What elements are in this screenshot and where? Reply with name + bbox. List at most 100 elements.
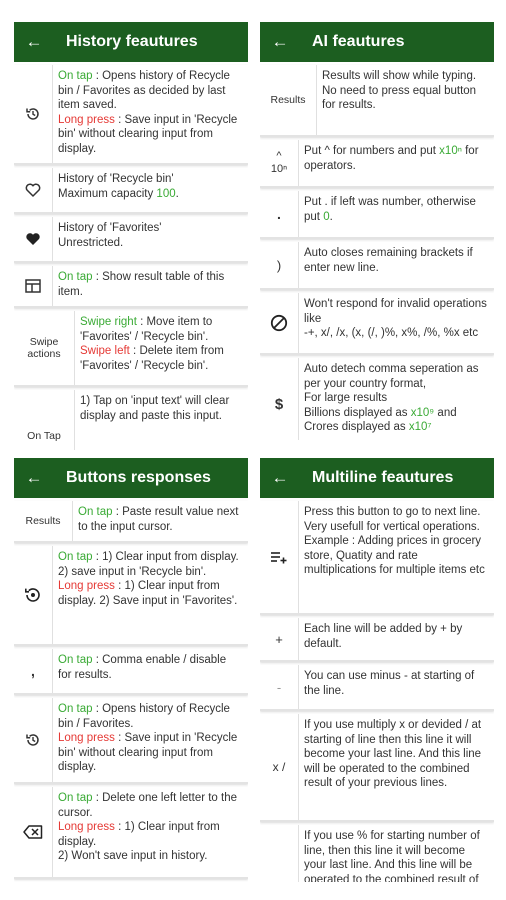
long-press-keyword: Long press (58, 580, 115, 592)
power-label: ^ 10ⁿ (260, 140, 299, 186)
prohibited-icon (260, 293, 299, 353)
description-text: Auto closes remaining brackets if enter … (304, 247, 473, 274)
description-text: Won't respond for invalid operations lik… (304, 298, 487, 325)
results-button-description: On tap : Paste result value next to the … (73, 501, 248, 541)
description-text: Press this button to go to next line. (304, 506, 481, 518)
action-keyword: On tap (78, 506, 113, 518)
favorites-capacity-text: History of 'Favorites' Unrestricted. (53, 217, 248, 261)
description-text: Auto detech comma seperation as per your… (304, 363, 479, 390)
description-text: . (175, 187, 179, 200)
description-text: 2) save input in 'Recycle bin'. (58, 565, 207, 578)
comma-description: Auto detech comma seperation as per your… (299, 358, 494, 440)
caret-symbol: ^ (276, 150, 282, 162)
history-card-tap: On tap : Opens history of Recycle bin / … (14, 65, 248, 165)
history-tap-description: On tap : Opens history of Recycle bin / … (53, 65, 248, 163)
minus-label: - (260, 665, 299, 709)
action-keyword: x10⁹ (410, 406, 435, 419)
bracket-label: ) (260, 242, 299, 288)
multiline-card-minus: - You can use minus - at starting of the… (260, 665, 494, 711)
ten-power-n-symbol: 10ⁿ (270, 163, 288, 175)
swipe-actions-description: Swipe right : Move item to 'Favorites' /… (75, 311, 248, 385)
multiply-divide-description: If you use multiply x or devided / at st… (299, 714, 494, 820)
clear-button-description: On tap : 1) Clear input from display. 2) … (53, 546, 248, 644)
buttons-header: ← Buttons responses (14, 458, 248, 498)
description-text: -+, x/, /x, (x, (/, )%, x%, /%, %x etc (304, 327, 479, 339)
currency-label: $ (260, 358, 299, 440)
action-keyword: On tap (58, 792, 93, 804)
ai-header: ← AI feautures (260, 22, 494, 62)
description-text: Each line will be added by + by default. (304, 623, 463, 650)
results-label: Results (14, 501, 73, 541)
history-features-panel: ← History feautures On tap : Opens histo… (14, 22, 248, 450)
multiline-card-newline: Press this button to go to next line. Ver… (260, 501, 494, 615)
description-text: Billions displayed as (304, 406, 411, 419)
long-press-keyword: Long press (58, 821, 115, 833)
invalid-ops-description: Won't respond for invalid operations lik… (299, 293, 494, 353)
history-card-table: On tap : Show result table of this item. (14, 266, 248, 308)
history-card-ontap: On Tap 1) Tap on 'input text' will clear… (14, 390, 248, 450)
ai-title: AI feautures (312, 33, 405, 50)
history-card-recycle: History of 'Recycle bin' Maximum capacity… (14, 168, 248, 214)
multiline-title: Multiline feautures (312, 469, 454, 486)
bracket-description: Auto closes remaining brackets if enter … (299, 242, 494, 288)
action-keyword: On tap (58, 271, 93, 283)
description-text: History of 'Favorites' (58, 222, 162, 234)
minus-description: You can use minus - at starting of the l… (299, 665, 494, 709)
buttons-title: Buttons responses (66, 469, 211, 486)
history-card-favorites: History of 'Favorites' Unrestricted. (14, 217, 248, 263)
description-text: 2) Won't save input in history. (58, 850, 208, 862)
plus-description: Each line will be added by + by default. (299, 618, 494, 660)
decimal-label: . (260, 191, 299, 237)
description-text: : 1) Clear input from display. (92, 551, 239, 563)
new-line-description: Press this button to go to next line. Ver… (299, 501, 494, 613)
action-keyword: 100 (156, 187, 176, 200)
history-clock-icon (14, 698, 53, 782)
description-text: . (329, 210, 333, 223)
description-text: Maximum capacity (58, 187, 157, 200)
percent-description: If you use % for starting number of line… (299, 825, 494, 882)
description-text: For large results (304, 392, 388, 404)
description-text: If you use multiply x or devided / at st… (304, 719, 482, 789)
ai-card-comma: $ Auto detech comma seperation as per yo… (260, 358, 494, 440)
multiline-card-plus: + Each line will be added by + by defaul… (260, 618, 494, 662)
history-card-swipe: Swipe actions Swipe right : Move item to… (14, 311, 248, 387)
heart-filled-icon (14, 217, 53, 261)
action-keyword: On tap (58, 551, 93, 563)
result-table-description: On tap : Show result table of this item. (53, 266, 248, 306)
back-arrow-icon[interactable]: ← (260, 32, 300, 52)
multiline-card-multiply: x / If you use multiply x or devided / a… (260, 714, 494, 822)
ai-card-bracket: ) Auto closes remaining brackets if ente… (260, 242, 494, 290)
description-text: 1) Tap on 'input text' will clear displa… (80, 395, 230, 422)
on-tap-label: On Tap (14, 390, 75, 450)
ai-card-invalid: Won't respond for invalid operations lik… (260, 293, 494, 355)
back-arrow-icon[interactable]: ← (260, 468, 300, 488)
description-text: History of 'Recycle bin' (58, 173, 174, 185)
results-description: Results will show while typing. No need t… (317, 65, 494, 135)
description-text: No need to press equal button for result… (322, 84, 477, 112)
buttons-card-clear: On tap : 1) Clear input from display. 2) … (14, 546, 248, 646)
description-text: If you use % for starting number of line… (304, 830, 480, 882)
history-button-description: On tap : Opens history of Recycle bin / … (53, 698, 248, 782)
result-table-icon (14, 266, 53, 306)
description-text: You can use minus - at starting of the l… (304, 670, 475, 697)
action-keyword: x10⁷ (408, 421, 432, 433)
results-label: Results (260, 65, 317, 135)
buttons-card-backspace: On tap : Delete one left letter to the c… (14, 787, 248, 879)
multiply-divide-label: x / (260, 714, 299, 820)
back-arrow-icon[interactable]: ← (14, 32, 54, 52)
ai-card-decimal: . Put . if left was number, otherwise pu… (260, 191, 494, 239)
buttons-card-history: On tap : Opens history of Recycle bin / … (14, 698, 248, 784)
power-description: Put ^ for numbers and put x10ⁿ for opera… (299, 140, 494, 186)
clear-input-icon (14, 546, 53, 644)
long-press-keyword: Long press (58, 732, 115, 744)
back-arrow-icon[interactable]: ← (14, 468, 54, 488)
new-line-icon (260, 501, 299, 613)
description-text: Unrestricted. (58, 236, 124, 249)
ai-features-panel: ← AI feautures Results Results will show… (260, 22, 494, 440)
history-header: ← History feautures (14, 22, 248, 62)
action-keyword: On tap (58, 703, 93, 715)
history-clock-icon (14, 65, 53, 163)
backspace-icon (14, 787, 53, 877)
description-text: Put ^ for numbers and put (304, 145, 440, 157)
description-text: Results will show while typing. (322, 70, 477, 82)
